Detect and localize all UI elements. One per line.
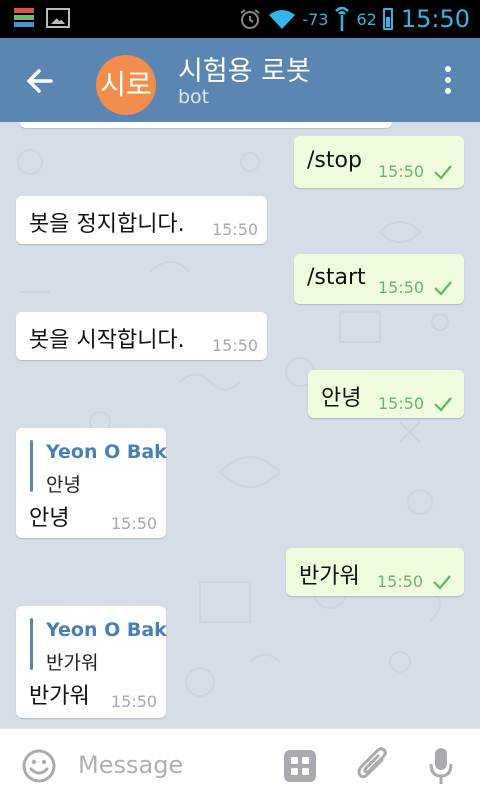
message-time: 15:50	[377, 572, 424, 591]
reply-quote: 안녕	[46, 474, 81, 496]
message-bubble-incoming-reply[interactable]: Yeon O Bak 반가워 반가워 15:50	[16, 606, 167, 718]
message-bubble-incoming-reply[interactable]: Yeon O Bak 안녕 안녕 15:50	[16, 428, 167, 538]
message-input-bar	[0, 728, 480, 800]
reply-author[interactable]: Yeon O Bak	[46, 619, 167, 641]
status-right: -73 62 15:50	[238, 4, 470, 34]
message-bubble-outgoing[interactable]: 반가워 15:50	[286, 548, 464, 596]
message-text: 안녕	[29, 506, 70, 531]
bot-keyboard-icon[interactable]	[282, 748, 318, 784]
back-arrow-icon[interactable]	[25, 66, 55, 96]
battery-icon	[382, 8, 393, 30]
chat-title[interactable]: 시험용 로봇	[178, 49, 311, 88]
avatar[interactable]: 시로	[96, 55, 156, 115]
message-text: 봇을 시작합니다.	[29, 328, 185, 353]
status-left	[14, 7, 70, 29]
signal-icon	[335, 7, 350, 31]
message-time: 15:50	[378, 278, 425, 297]
message-bubble-outgoing[interactable]: /stop 15:50	[294, 136, 464, 188]
wifi-icon	[269, 10, 296, 29]
message-time: 15:50	[378, 394, 425, 413]
message-time: 15:50	[111, 692, 158, 711]
message-text: 봇을 정지합니다.	[29, 212, 185, 237]
attach-icon[interactable]	[356, 746, 390, 784]
reply-bar	[30, 618, 33, 670]
battery-percent-text: 62	[356, 9, 377, 29]
message-text: 안녕	[321, 386, 362, 411]
emoji-icon[interactable]	[22, 749, 56, 783]
message-time: 15:50	[212, 336, 259, 355]
status-time: 15:50	[400, 5, 470, 33]
message-bubble-outgoing[interactable]: /start 15:50	[294, 254, 464, 304]
mic-icon[interactable]	[428, 746, 454, 786]
message-time: 15:50	[212, 220, 259, 239]
alarm-icon	[240, 9, 260, 29]
status-bar: -73 62 15:50	[0, 0, 480, 38]
check-icon	[433, 575, 451, 590]
message-text: 반가워	[299, 564, 360, 589]
chat-subtitle: bot	[178, 86, 210, 108]
gallery-icon	[46, 8, 70, 28]
reply-quote: 반가워	[46, 652, 99, 674]
more-vert-icon[interactable]	[444, 66, 452, 96]
message-bubble-outgoing[interactable]: 안녕 15:50	[308, 370, 464, 418]
message-time: 15:50	[378, 162, 425, 181]
message-time: 15:50	[111, 514, 158, 533]
check-icon	[434, 397, 452, 412]
message-text: 반가워	[29, 684, 90, 709]
message-text: /stop	[307, 148, 362, 173]
app-icon	[14, 7, 36, 29]
check-icon	[434, 165, 452, 180]
chat-header: 시로 시험용 로봇 bot	[0, 38, 480, 122]
reply-bar	[30, 440, 33, 492]
previous-message-bubble	[20, 122, 392, 128]
chat-area[interactable]: /stop 15:50 봇을 정지합니다. 15:50 /start 15:50…	[0, 122, 480, 728]
check-icon	[434, 281, 452, 296]
message-text: /start	[307, 265, 366, 290]
message-input[interactable]	[78, 747, 268, 783]
reply-author[interactable]: Yeon O Bak	[46, 441, 167, 463]
message-bubble-incoming[interactable]: 봇을 정지합니다. 15:50	[16, 196, 267, 244]
message-bubble-incoming[interactable]: 봇을 시작합니다. 15:50	[16, 312, 267, 360]
signal-strength-text: -73	[302, 9, 329, 29]
